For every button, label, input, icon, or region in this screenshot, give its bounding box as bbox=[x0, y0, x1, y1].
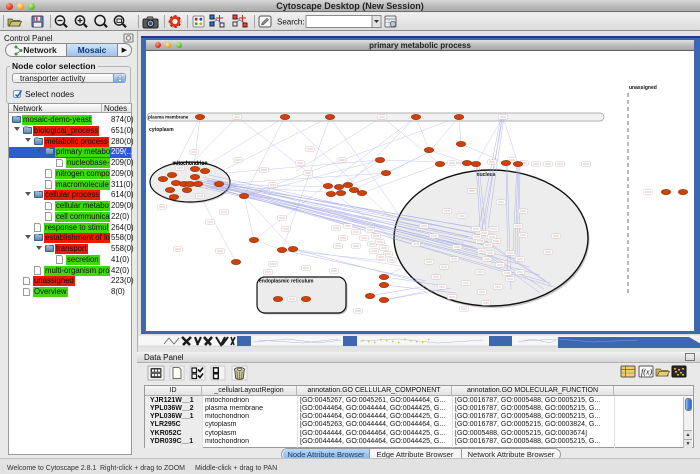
svg-text:endoplasmic reticulum: endoplasmic reticulum bbox=[259, 279, 314, 285]
svg-text:f(x): f(x) bbox=[641, 368, 652, 377]
svg-text:plasma membrane: plasma membrane bbox=[148, 115, 189, 120]
svg-text:Search:: Search: bbox=[277, 18, 305, 27]
svg-text:unassigned: unassigned bbox=[629, 85, 657, 91]
svg-text:cytoplasm: cytoplasm bbox=[149, 127, 174, 133]
